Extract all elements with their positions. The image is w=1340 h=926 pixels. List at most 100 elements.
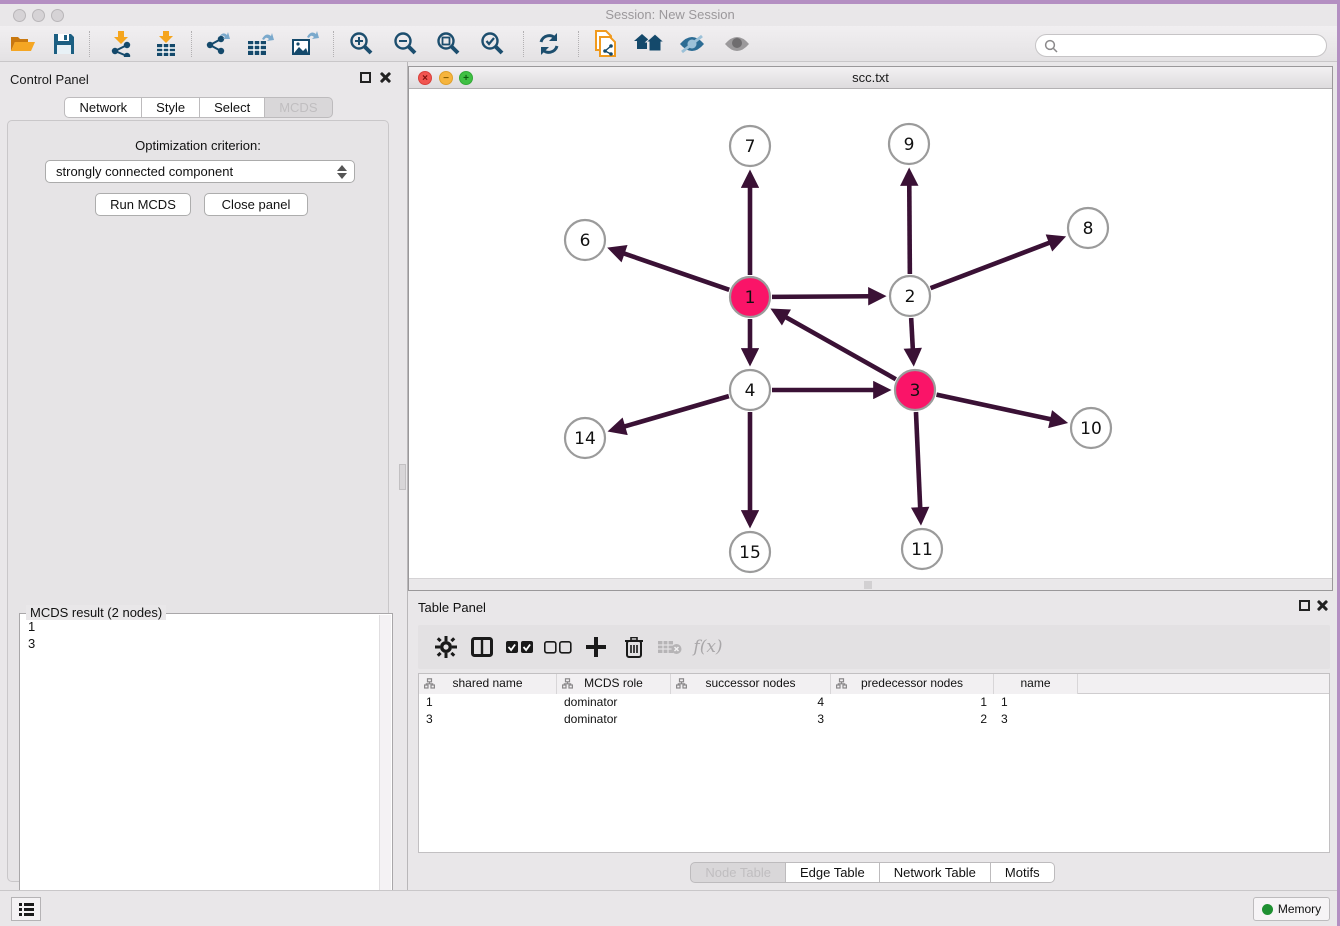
run-mcds-button[interactable]: Run MCDS xyxy=(95,193,191,216)
tab-edge-table[interactable]: Edge Table xyxy=(786,862,880,883)
tab-node-table[interactable]: Node Table xyxy=(690,862,786,883)
show-column-icon[interactable] xyxy=(464,625,500,669)
open-session-icon[interactable] xyxy=(4,29,42,59)
edge-3-10[interactable] xyxy=(937,395,1052,420)
node-table[interactable]: shared nameMCDS role successor nodes prede… xyxy=(418,673,1330,853)
edge-3-1[interactable] xyxy=(785,317,896,380)
add-column-icon[interactable] xyxy=(578,625,614,669)
control-panel: Control Panel NetworkStyleSelectMCDS Opt… xyxy=(0,62,397,890)
show-graphics-details-icon[interactable] xyxy=(718,29,756,59)
table-panel-close-icon[interactable] xyxy=(1315,599,1328,612)
tab-mcds[interactable]: MCDS xyxy=(265,97,332,118)
control-panel-title: Control Panel xyxy=(10,72,89,87)
edge-1-6[interactable] xyxy=(623,253,729,290)
export-table-icon[interactable] xyxy=(242,29,280,59)
home-view-icon[interactable] xyxy=(630,29,668,59)
cell[interactable]: 2 xyxy=(831,711,994,728)
network-window-title: scc.txt xyxy=(409,70,1332,85)
hide-graphics-details-icon[interactable] xyxy=(673,29,711,59)
splitter-handle[interactable] xyxy=(399,464,406,490)
export-image-icon[interactable] xyxy=(286,29,324,59)
graph-node-label-15: 15 xyxy=(739,543,761,563)
table-panel: Table Panel f(x) shared nameMCDS role suc… xyxy=(408,595,1337,890)
table-toolbar: f(x) xyxy=(418,625,1330,669)
network-view-window: × − + scc.txt 7968124314101511 xyxy=(408,66,1333,591)
edge-2-3[interactable] xyxy=(911,318,913,350)
list-icon xyxy=(19,903,34,916)
zoom-fit-icon[interactable] xyxy=(430,29,468,59)
status-menu-button[interactable] xyxy=(11,897,41,921)
edge-4-14[interactable] xyxy=(623,396,728,427)
column-header-shared-name[interactable]: shared name xyxy=(419,674,557,694)
graph-node-label-2: 2 xyxy=(905,287,916,307)
graph-node-label-3: 3 xyxy=(910,381,921,401)
cell[interactable]: 3 xyxy=(419,711,557,728)
graph-node-label-7: 7 xyxy=(745,137,756,157)
column-tree-icon xyxy=(424,678,435,689)
cell[interactable]: dominator xyxy=(557,694,671,711)
zoom-in-icon[interactable] xyxy=(343,29,381,59)
mcds-vertical-scrollbar[interactable] xyxy=(379,615,391,926)
delete-column-icon[interactable] xyxy=(616,625,652,669)
column-header-successor-nodes[interactable]: successor nodes xyxy=(671,674,831,694)
function-builder-icon[interactable]: f(x) xyxy=(690,625,726,669)
table-row-2[interactable]: 3dominator323 xyxy=(419,711,1329,728)
graph-node-label-14: 14 xyxy=(574,429,596,449)
edge-3-11[interactable] xyxy=(916,412,920,509)
delete-table-icon[interactable] xyxy=(652,625,688,669)
memory-status-icon xyxy=(1262,904,1273,915)
tab-network-table[interactable]: Network Table xyxy=(880,862,991,883)
cell[interactable]: 1 xyxy=(419,694,557,711)
network-window-titlebar[interactable]: × − + scc.txt xyxy=(409,67,1332,89)
export-network-icon[interactable] xyxy=(199,29,237,59)
cell[interactable]: dominator xyxy=(557,711,671,728)
search-box[interactable] xyxy=(1035,34,1327,57)
zoom-selected-icon[interactable] xyxy=(474,29,512,59)
edge-2-8[interactable] xyxy=(931,242,1051,288)
table-panel-title: Table Panel xyxy=(418,600,486,615)
network-resize-handle[interactable] xyxy=(864,581,872,589)
cell[interactable]: 4 xyxy=(671,694,831,711)
control-panel-tabs: NetworkStyleSelectMCDS xyxy=(0,97,397,118)
app-titlebar: Session: New Session xyxy=(0,4,1340,26)
edge-2-9[interactable] xyxy=(909,184,910,274)
close-panel-button[interactable]: Close panel xyxy=(204,193,308,216)
edge-1-2[interactable] xyxy=(772,296,870,297)
network-graph-canvas[interactable]: 7968124314101511 xyxy=(409,89,1332,579)
memory-button[interactable]: Memory xyxy=(1253,897,1330,921)
cell[interactable]: 1 xyxy=(994,694,1078,711)
search-input[interactable] xyxy=(1063,39,1326,53)
tab-style[interactable]: Style xyxy=(142,97,200,118)
toolbar-separator xyxy=(89,31,90,57)
mcds-result-text[interactable]: 1 3 xyxy=(22,618,378,926)
deselect-all-checks-icon[interactable] xyxy=(540,625,576,669)
clone-network-icon[interactable] xyxy=(586,29,624,59)
cell[interactable]: 3 xyxy=(994,711,1078,728)
tab-network[interactable]: Network xyxy=(64,97,142,118)
cell[interactable]: 3 xyxy=(671,711,831,728)
refresh-view-icon[interactable] xyxy=(530,29,568,59)
zoom-out-icon[interactable] xyxy=(387,29,425,59)
tab-motifs[interactable]: Motifs xyxy=(991,862,1055,883)
control-panel-close-icon[interactable] xyxy=(378,71,391,84)
import-table-icon[interactable] xyxy=(147,29,185,59)
optimization-criterion-select[interactable]: strongly connected component xyxy=(45,160,355,183)
table-panel-float-icon[interactable] xyxy=(1299,600,1310,611)
column-header-MCDS-role[interactable]: MCDS role xyxy=(557,674,671,694)
graph-node-label-9: 9 xyxy=(904,135,915,155)
graph-node-label-4: 4 xyxy=(745,381,756,401)
settings-gear-icon[interactable] xyxy=(428,625,464,669)
column-label: successor nodes xyxy=(705,676,795,690)
optimization-criterion-value: strongly connected component xyxy=(56,164,233,179)
column-header-predecessor-nodes[interactable]: predecessor nodes xyxy=(831,674,994,694)
select-all-checks-icon[interactable] xyxy=(502,625,538,669)
fx-label: f(x) xyxy=(693,637,722,657)
save-session-icon[interactable] xyxy=(45,29,83,59)
panel-splitter[interactable] xyxy=(397,62,408,890)
tab-select[interactable]: Select xyxy=(200,97,265,118)
import-network-icon[interactable] xyxy=(103,29,141,59)
cell[interactable]: 1 xyxy=(831,694,994,711)
table-row-1[interactable]: 1dominator411 xyxy=(419,694,1329,711)
column-header-name[interactable]: name xyxy=(994,674,1078,694)
control-panel-float-icon[interactable] xyxy=(360,72,371,83)
